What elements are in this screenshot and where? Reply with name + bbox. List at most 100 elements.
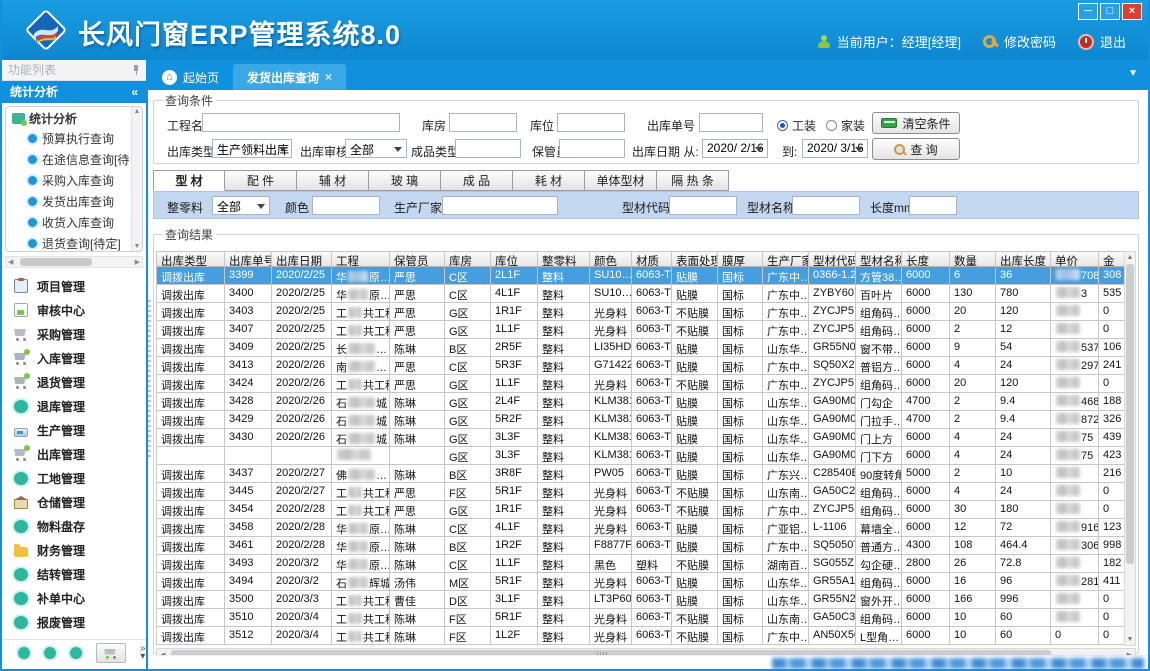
tree-item[interactable]: 在途信息查询[待	[6, 149, 142, 170]
tree-item[interactable]: 退货查询[待定]	[6, 233, 142, 252]
table-row[interactable]: G区3L3F整料KLM38176063-T5贴膜国标山东华…GA90M09.门下…	[157, 447, 1136, 465]
stats-section-header[interactable]: 统计分析 «	[2, 81, 146, 103]
sidebar-item-dot[interactable]: 报废管理	[2, 610, 146, 634]
column-header[interactable]: 膜厚	[718, 252, 763, 266]
change-password-button[interactable]: 修改密码	[983, 32, 1056, 51]
material-tab-4[interactable]: 成 品	[441, 170, 513, 191]
column-header[interactable]: 库房	[445, 252, 491, 266]
sidebar-item-dot[interactable]: 结转管理	[2, 562, 146, 586]
tab-shipping-out-query[interactable]: 发货出库查询 ×	[233, 64, 346, 90]
color-input[interactable]	[312, 196, 380, 215]
material-tab-3[interactable]: 玻 璃	[369, 170, 441, 191]
sidebar-item-dot[interactable]: 工地管理	[2, 466, 146, 490]
tree-scrollbar[interactable]: ▲ ▼	[131, 107, 142, 251]
maximize-button[interactable]: □	[1100, 3, 1120, 20]
material-tab-6[interactable]: 单体型材	[585, 170, 657, 191]
clear-conditions-button[interactable]: 清空条件	[872, 112, 960, 134]
sidebar-item-warehouse[interactable]: 仓储管理	[2, 490, 146, 514]
column-header[interactable]: 出库单号	[225, 252, 272, 266]
logout-button[interactable]: 退出	[1078, 32, 1126, 51]
sidebar-item-dot[interactable]: 补单中心	[2, 586, 146, 610]
table-row[interactable]: 调拨出库34032020/2/25工共工程严思G区1R1F整料光身料6063-T…	[157, 303, 1136, 321]
tree-item[interactable]: 发货出库查询	[6, 191, 142, 212]
sidebar-item-cart[interactable]: 采购管理	[2, 322, 146, 346]
table-row[interactable]: 调拨出库35002020/3/3工共工程曹佳D区3L1F整料LT3P606063…	[157, 591, 1136, 609]
column-header[interactable]: 型材名称	[856, 252, 902, 266]
warehouse-input[interactable]	[449, 113, 517, 132]
manufacturer-input[interactable]	[442, 196, 558, 215]
sidebar-item-clipboard[interactable]: 项目管理	[2, 274, 146, 298]
material-tab-2[interactable]: 辅 材	[297, 170, 369, 191]
sidebar-item-dot[interactable]: 物料盘存	[2, 514, 146, 538]
table-row[interactable]: 调拨出库35122020/3/4工共工程陈琳F区1L2F整料光身料6063-T5…	[157, 627, 1136, 645]
profile-name-input[interactable]	[792, 196, 860, 215]
column-header[interactable]: 单价	[1051, 252, 1099, 266]
profile-code-input[interactable]	[669, 196, 737, 215]
sidebar-item-dot[interactable]: 退库管理	[2, 394, 146, 418]
length-input[interactable]	[909, 196, 957, 215]
keeper-input[interactable]	[559, 139, 625, 158]
table-row[interactable]: 调拨出库34582020/2/28华原…陈琳C区4L1F整料光身料6063-T5…	[157, 519, 1136, 537]
pin-icon[interactable]	[132, 65, 140, 75]
tree-hscrollbar[interactable]: ◀ ▶	[5, 256, 143, 268]
sidebar-item-folder[interactable]: 财务管理	[2, 538, 146, 562]
tree-root[interactable]: 统计分析	[6, 107, 142, 128]
dot-icon[interactable]	[70, 647, 82, 659]
sidebar-item-cart-out[interactable]: 出库管理	[2, 442, 146, 466]
table-row[interactable]: 调拨出库34372020/2/27佛…陈琳B区3R8F整料PW056063-T5…	[157, 465, 1136, 483]
order-no-input[interactable]	[699, 113, 763, 132]
column-header[interactable]: 长度	[902, 252, 950, 266]
table-row[interactable]: 调拨出库34092020/2/25长…陈琳B区2R5F整料LI35HD6063-…	[157, 339, 1136, 357]
radio-gongzhuang[interactable]: 工装	[777, 117, 816, 134]
tab-list-dropdown-icon[interactable]: ▼	[1128, 68, 1138, 79]
tab-close-icon[interactable]: ×	[325, 70, 332, 84]
sidebar-item-production[interactable]: 生产管理	[2, 418, 146, 442]
scrollbar-thumb[interactable]	[1126, 264, 1134, 564]
column-header[interactable]: 颜色	[590, 252, 632, 266]
collapse-icon[interactable]: «	[131, 81, 138, 103]
column-header[interactable]: 生产厂家	[763, 252, 809, 266]
search-button[interactable]: 查 询	[872, 138, 960, 160]
splitter-handle[interactable]	[148, 300, 151, 460]
minimize-button[interactable]: ─	[1078, 3, 1098, 20]
tree-item[interactable]: 收货入库查询	[6, 212, 142, 233]
radio-jiazhuang[interactable]: 家装	[826, 117, 865, 134]
column-header[interactable]: 出库类型	[157, 252, 225, 266]
table-row[interactable]: 调拨出库34452020/2/27工共工程严思F区5R1F整料光身料6063-T…	[157, 483, 1136, 501]
table-row[interactable]: 调拨出库34932020/3/2华原…陈琳C区1L1F整料黑色塑料不贴膜国标湖南…	[157, 555, 1136, 573]
table-row[interactable]: 调拨出库34542020/2/28工共工程严思G区1R1F整料光身料6063-T…	[157, 501, 1136, 519]
table-row[interactable]: 调拨出库34282020/2/26石城陈琳G区2L4F整料KLM38176063…	[157, 393, 1136, 411]
sidebar-item-clipboard-check[interactable]: 审核中心	[2, 298, 146, 322]
close-button[interactable]: ×	[1122, 3, 1142, 20]
table-row[interactable]: 调拨出库34002020/2/25华原…严思C区4L1F整料SU10…6063-…	[157, 285, 1136, 303]
material-tab-7[interactable]: 隔 热 条	[657, 170, 729, 191]
column-header[interactable]: 整零料	[538, 252, 590, 266]
column-header[interactable]: 工程	[332, 252, 390, 266]
dot-icon[interactable]	[18, 647, 30, 659]
tree-item[interactable]: 采购入库查询	[6, 170, 142, 191]
table-row[interactable]: 调拨出库35102020/3/4工共工程陈琳F区5R1F整料光身料6063-T5…	[157, 609, 1136, 627]
more-chevron-icon[interactable]: »▾	[140, 645, 146, 661]
table-row[interactable]: 调拨出库34942020/3/2石辉城汤伟M区5R1F整料光身料6063-T5贴…	[157, 573, 1136, 591]
sidebar-item-cart-return[interactable]: 退货管理	[2, 370, 146, 394]
material-tab-5[interactable]: 耗 材	[513, 170, 585, 191]
table-row[interactable]: 调拨出库34132020/2/26南…严思C区5R3F整料G714226063-…	[157, 357, 1136, 375]
dot-icon[interactable]	[44, 647, 56, 659]
table-row[interactable]: 调拨出库34292020/2/26石城陈琳G区5R2F整料KLM38176063…	[157, 411, 1136, 429]
product-type-input[interactable]	[455, 139, 521, 158]
column-header[interactable]: 保管员	[390, 252, 445, 266]
column-header[interactable]: 库位	[491, 252, 538, 266]
tab-home[interactable]: ⌂ 起始页	[148, 64, 233, 90]
vertical-scrollbar[interactable]: ▲ ▼	[1124, 251, 1136, 646]
table-row[interactable]: 调拨出库34612020/2/28华原…陈琳B区1R2F整料F8877FT606…	[157, 537, 1136, 555]
date-to-picker[interactable]: 2020/ 3/16	[802, 139, 868, 158]
material-tab-0[interactable]: 型 材	[153, 170, 225, 191]
out-type-select[interactable]: 生产领料出库	[212, 139, 292, 158]
column-header[interactable]: 出库日期	[272, 252, 332, 266]
tree-item[interactable]: 预算执行查询	[6, 128, 142, 149]
column-header[interactable]: 出库长度	[996, 252, 1051, 266]
table-row[interactable]: 调拨出库34072020/2/25工共工程严思G区1L1F整料光身料6063-T…	[157, 321, 1136, 339]
table-row[interactable]: 调拨出库33992020/2/25华原…严思C区2L1F整料SU10…6063-…	[157, 267, 1136, 285]
location-input[interactable]	[557, 113, 625, 132]
column-header[interactable]: 数量	[950, 252, 996, 266]
